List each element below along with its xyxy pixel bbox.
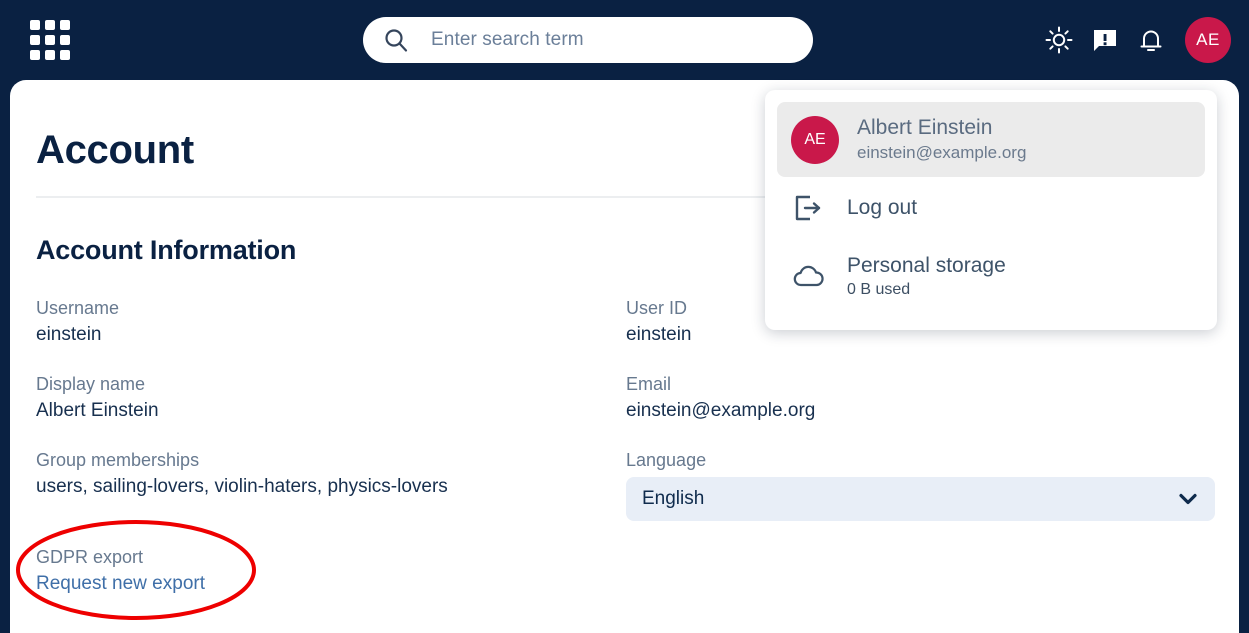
top-bar-actions: AE — [1043, 16, 1231, 64]
dropdown-user-row[interactable]: AE Albert Einstein einstein@example.org — [777, 102, 1205, 177]
grid-cell — [45, 20, 55, 30]
grid-cell — [30, 20, 40, 30]
field-value: users, sailing-lovers, violin-haters, ph… — [36, 473, 626, 500]
app-screen: Enter search term — [0, 0, 1249, 633]
cloud-icon — [791, 260, 825, 294]
user-menu-dropdown: AE Albert Einstein einstein@example.org … — [765, 90, 1217, 330]
page-title: Account — [36, 128, 194, 173]
field-value: einstein@example.org — [626, 397, 1216, 424]
menu-item-personal-storage[interactable]: Personal storage 0 B used — [777, 239, 1205, 315]
grid-cell — [30, 50, 40, 60]
field-group-memberships: Group memberships users, sailing-lovers,… — [36, 448, 626, 521]
logout-icon — [791, 191, 825, 225]
field-gdpr-export: GDPR export Request new export — [36, 545, 626, 597]
field-email: Email einstein@example.org — [626, 372, 1216, 424]
avatar[interactable]: AE — [1185, 17, 1231, 63]
dropdown-user-name: Albert Einstein — [857, 114, 1026, 141]
search-icon — [383, 27, 409, 53]
search-input[interactable]: Enter search term — [431, 29, 584, 51]
menu-item-label: Log out — [847, 195, 917, 221]
bell-icon[interactable] — [1135, 24, 1167, 56]
grid-cell — [45, 50, 55, 60]
field-language: Language English — [626, 448, 1216, 521]
search-bar[interactable]: Enter search term — [363, 17, 813, 63]
section-title: Account Information — [36, 235, 296, 266]
menu-item-label: Personal storage — [847, 253, 1006, 279]
grid-cell — [60, 20, 70, 30]
menu-item-log-out[interactable]: Log out — [777, 177, 1205, 239]
field-row: Group memberships users, sailing-lovers,… — [36, 448, 1216, 521]
top-bar: Enter search term — [0, 0, 1249, 80]
field-label: Group memberships — [36, 448, 626, 473]
dropdown-user-email: einstein@example.org — [857, 141, 1026, 165]
field-row: Display name Albert Einstein Email einst… — [36, 372, 1216, 424]
grid-cell — [30, 35, 40, 45]
field-value: Albert Einstein — [36, 397, 626, 424]
field-label: Username — [36, 296, 626, 321]
field-value: einstein — [36, 321, 626, 348]
brightness-sun-icon[interactable] — [1043, 24, 1075, 56]
account-fields: Username einstein User ID einstein Displ… — [36, 296, 1216, 621]
avatar: AE — [791, 116, 839, 164]
announcement-icon[interactable] — [1089, 24, 1121, 56]
grid-cell — [60, 35, 70, 45]
menu-item-sublabel: 0 B used — [847, 279, 1006, 301]
field-label: Language — [626, 448, 1216, 473]
field-username: Username einstein — [36, 296, 626, 348]
grid-apps-icon[interactable] — [30, 20, 70, 60]
field-label: Display name — [36, 372, 626, 397]
grid-cell — [60, 50, 70, 60]
field-spacer — [626, 545, 1216, 597]
chevron-down-icon — [1177, 488, 1199, 510]
field-row: GDPR export Request new export — [36, 545, 1216, 597]
language-select[interactable]: English — [626, 477, 1215, 521]
request-new-export-link[interactable]: Request new export — [36, 570, 626, 597]
field-display-name: Display name Albert Einstein — [36, 372, 626, 424]
language-select-value: English — [642, 488, 704, 510]
field-label: GDPR export — [36, 545, 626, 570]
grid-cell — [45, 35, 55, 45]
field-label: Email — [626, 372, 1216, 397]
